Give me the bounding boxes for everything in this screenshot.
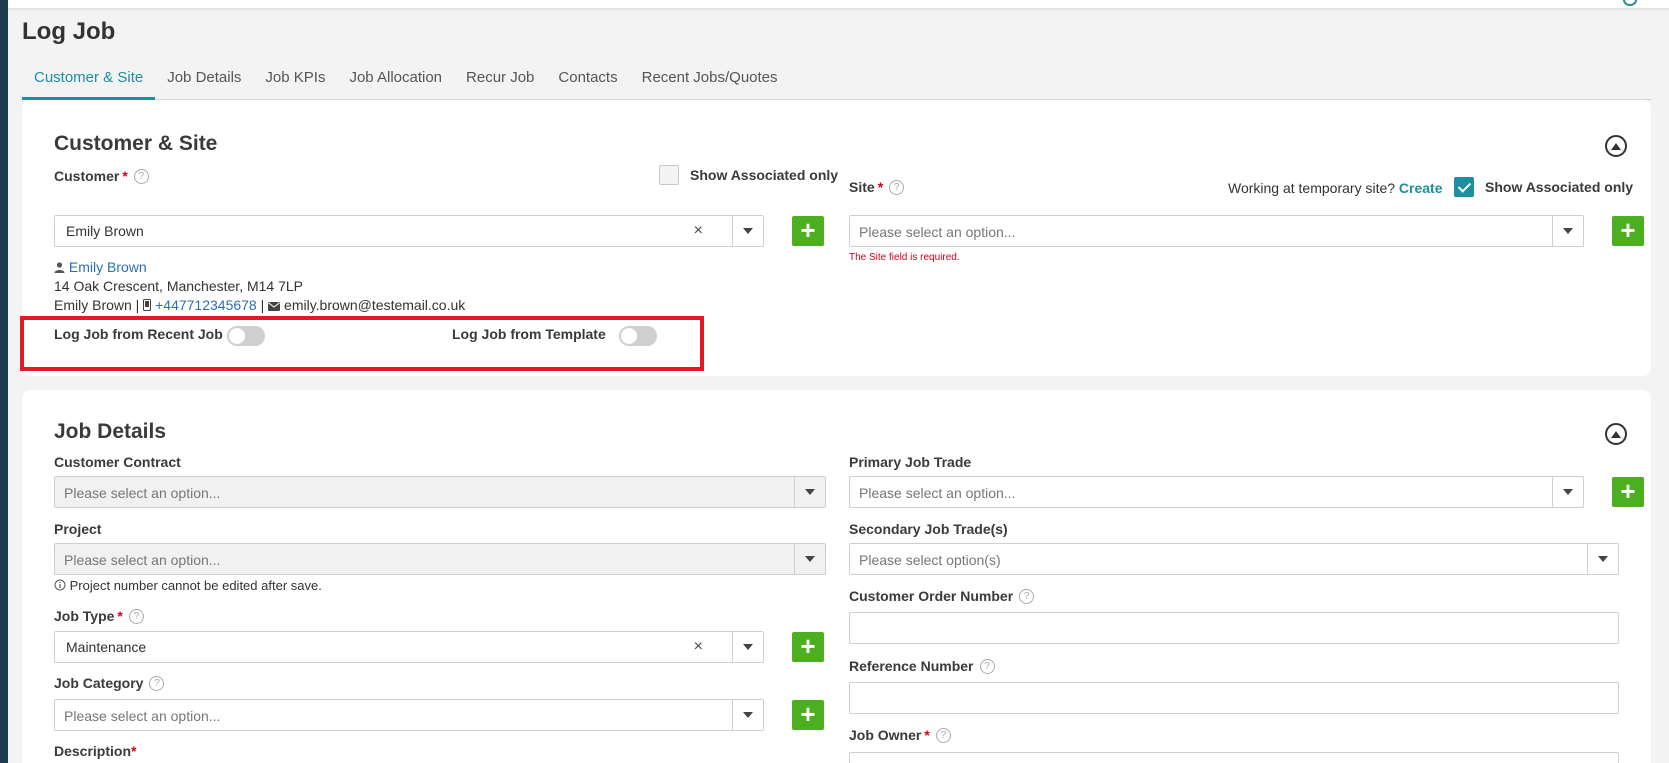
section-title: Customer & Site xyxy=(54,132,218,155)
collapse-icon[interactable] xyxy=(1605,423,1627,445)
project-note: Project number cannot be edited after sa… xyxy=(54,578,322,593)
order-number-input[interactable] xyxy=(849,612,1619,644)
section-title: Job Details xyxy=(54,420,167,443)
secondary-trade-select[interactable]: Please select option(s) xyxy=(849,543,1619,575)
clear-icon[interactable]: × xyxy=(694,222,703,240)
chevron-down-icon[interactable] xyxy=(732,632,763,662)
project-label: Project xyxy=(54,521,102,537)
chevron-down-icon[interactable] xyxy=(732,216,763,246)
add-site-button[interactable]: + xyxy=(1612,216,1644,246)
reference-number-label: Reference Number? xyxy=(849,658,995,674)
project-select[interactable]: Please select an option... xyxy=(54,543,826,575)
info-icon xyxy=(54,579,66,591)
site-error-text: The Site field is required. xyxy=(849,252,960,263)
user-menu-icon[interactable] xyxy=(1623,0,1637,6)
primary-trade-label: Primary Job Trade xyxy=(849,454,972,470)
phone-icon xyxy=(143,299,152,311)
secondary-trade-label: Secondary Job Trade(s) xyxy=(849,521,1008,537)
site-show-associated-label: Show Associated only xyxy=(1485,179,1634,195)
page-title: Log Job xyxy=(22,18,116,45)
help-icon[interactable]: ? xyxy=(889,180,905,195)
reference-number-input[interactable] xyxy=(849,682,1619,714)
tab-job-details[interactable]: Job Details xyxy=(155,62,253,100)
clear-icon[interactable]: × xyxy=(694,638,703,656)
job-owner-select[interactable] xyxy=(849,752,1619,763)
add-job-category-button[interactable]: + xyxy=(792,700,824,730)
customer-email: emily.brown@testemail.co.uk xyxy=(284,297,466,313)
customer-show-associated-label: Show Associated only xyxy=(690,167,839,183)
chevron-down-icon[interactable] xyxy=(1552,216,1583,246)
tab-customer-site[interactable]: Customer & Site xyxy=(22,62,156,100)
customer-contract-select[interactable]: Please select an option... xyxy=(54,476,826,508)
customer-name-row: Emily Brown xyxy=(54,259,147,275)
chevron-down-icon[interactable] xyxy=(794,544,825,574)
chevron-down-icon[interactable] xyxy=(1587,544,1618,574)
help-icon[interactable]: ? xyxy=(133,169,149,184)
customer-contract-label: Customer Contract xyxy=(54,454,181,470)
tab-recur-job[interactable]: Recur Job xyxy=(454,62,546,100)
job-owner-label: Job Owner *? xyxy=(849,727,951,743)
job-details-card: Job Details Customer Contract Please sel… xyxy=(22,390,1651,763)
add-job-type-button[interactable]: + xyxy=(792,632,824,662)
chevron-down-icon[interactable] xyxy=(1552,477,1583,507)
chevron-down-icon[interactable] xyxy=(794,477,825,507)
site-select[interactable]: Please select an option... xyxy=(849,215,1584,247)
tab-job-kpis[interactable]: Job KPIs xyxy=(253,62,337,100)
add-primary-trade-button[interactable]: + xyxy=(1612,477,1644,507)
customer-show-associated-checkbox[interactable] xyxy=(659,165,679,185)
primary-trade-select[interactable]: Please select an option... xyxy=(849,476,1584,508)
create-temp-site-link[interactable]: Create xyxy=(1399,180,1443,196)
help-icon[interactable]: ? xyxy=(1019,589,1035,604)
help-icon[interactable]: ? xyxy=(979,659,995,674)
customer-address: 14 Oak Crescent, Manchester, M14 7LP xyxy=(54,278,304,294)
chevron-down-icon[interactable] xyxy=(732,700,763,730)
customer-contact-row: Emily Brown | +447712345678 | emily.brow… xyxy=(54,297,466,313)
top-bar xyxy=(8,0,1669,9)
tab-job-allocation[interactable]: Job Allocation xyxy=(337,62,454,100)
description-label: Description* xyxy=(54,743,137,759)
job-type-select[interactable]: Maintenance × xyxy=(54,631,764,663)
job-category-label: Job Category? xyxy=(54,675,165,691)
temporary-site-row: Working at temporary site? Create xyxy=(1228,180,1443,196)
tab-bar: Customer & Site Job Details Job KPIs Job… xyxy=(22,62,1651,100)
customer-phone-link[interactable]: +447712345678 xyxy=(155,297,257,313)
person-icon xyxy=(54,262,65,273)
customer-select[interactable]: Emily Brown × xyxy=(54,215,764,247)
order-number-label: Customer Order Number? xyxy=(849,588,1035,604)
tab-recent-jobs-quotes[interactable]: Recent Jobs/Quotes xyxy=(630,62,790,100)
job-category-select[interactable]: Please select an option... xyxy=(54,699,764,731)
left-nav-strip xyxy=(0,0,8,763)
help-icon[interactable]: ? xyxy=(149,676,165,691)
help-icon[interactable]: ? xyxy=(935,728,951,743)
tab-contacts[interactable]: Contacts xyxy=(546,62,629,100)
job-type-label: Job Type *? xyxy=(54,608,144,624)
highlight-box xyxy=(20,316,704,371)
site-show-associated-checkbox[interactable] xyxy=(1454,177,1474,197)
collapse-icon[interactable] xyxy=(1605,135,1627,157)
customer-name-link[interactable]: Emily Brown xyxy=(69,259,147,275)
customer-label: Customer *? xyxy=(54,168,149,184)
site-label: Site *? xyxy=(849,179,905,195)
add-customer-button[interactable]: + xyxy=(792,216,824,246)
email-icon xyxy=(268,302,281,311)
help-icon[interactable]: ? xyxy=(128,609,144,624)
